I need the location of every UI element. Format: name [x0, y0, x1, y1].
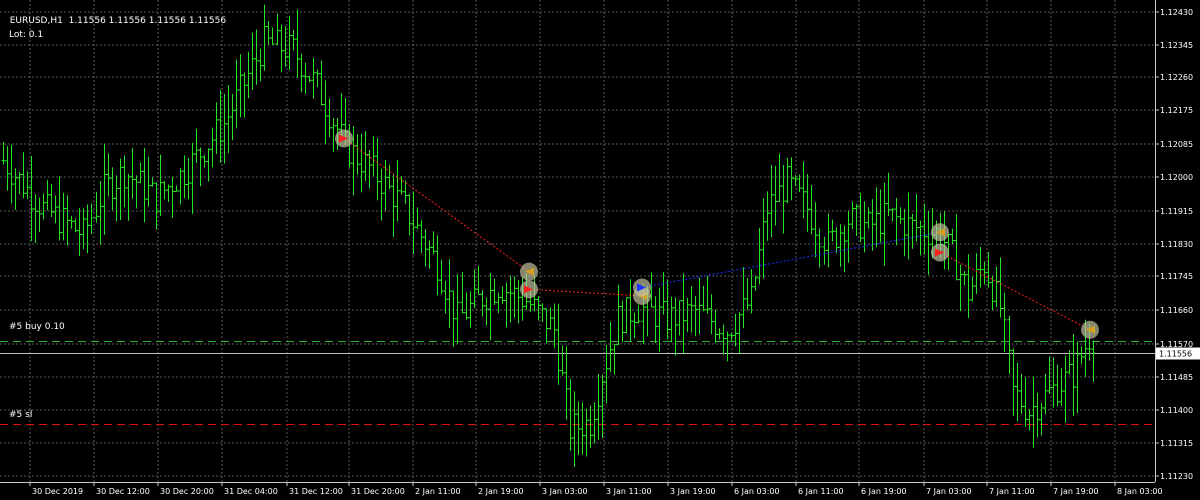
y-tick-label: 1.11315: [1160, 439, 1193, 448]
y-tick-label: 1.12085: [1160, 140, 1193, 149]
buy-level-label: #5 buy 0.10: [9, 322, 65, 332]
y-tick-label: 1.12000: [1160, 173, 1193, 182]
x-tick-label: 6 Jan 03:00: [734, 487, 780, 496]
symbol-label: EURUSD,H1: [9, 16, 63, 26]
x-tick-label: 31 Dec 12:00: [289, 487, 343, 496]
x-tick-label: 6 Jan 11:00: [798, 487, 844, 496]
y-tick-label: 1.11915: [1160, 207, 1193, 216]
x-tick-label: 2 Jan 19:00: [478, 487, 524, 496]
x-tick-label: 6 Jan 19:00: [861, 487, 907, 496]
x-tick-label: 3 Jan 19:00: [670, 487, 716, 496]
sell-trade-line: [528, 288, 643, 297]
y-tick-label: 1.12260: [1160, 73, 1193, 82]
x-tick-label: 30 Dec 2019: [32, 487, 83, 496]
lot-label: Lot: 0.1: [9, 30, 44, 40]
x-tick-label: 31 Dec 20:00: [351, 487, 405, 496]
x-tick-label: 7 Jan 03:00: [926, 487, 972, 496]
buy-trade-line: [641, 231, 941, 288]
x-tick-label: 3 Jan 11:00: [606, 487, 652, 496]
price-chart[interactable]: 1.11556 1.124301.123451.122601.121751.12…: [0, 0, 1200, 500]
y-tick-label: 1.12430: [1160, 8, 1193, 17]
grid: [0, 0, 1155, 482]
symbol-header: EURUSD,H1 1.11556 1.11556 1.11556 1.1155…: [4, 5, 226, 27]
x-tick-label: 31 Dec 04:00: [224, 487, 278, 496]
x-tick-label: 8 Jan 03:00: [1117, 487, 1163, 496]
y-tick-label: 1.11830: [1160, 240, 1193, 249]
y-tick-label: 1.11745: [1160, 272, 1193, 281]
x-tick-label: 30 Dec 12:00: [96, 487, 150, 496]
y-tick-label: 1.11485: [1160, 373, 1193, 382]
x-tick-label: 2 Jan 11:00: [415, 487, 461, 496]
y-tick-label: 1.12175: [1160, 106, 1193, 115]
x-tick-label: 30 Dec 20:00: [160, 487, 214, 496]
trade-levels: 1.11556: [0, 341, 1200, 425]
y-tick-label: 1.11230: [1160, 472, 1193, 481]
sl-level-label: #5 sl: [9, 410, 33, 420]
y-tick-label: 1.12345: [1160, 41, 1193, 50]
sell-trade-line: [939, 252, 1091, 331]
ohlc-values: 1.11556 1.11556 1.11556 1.11556: [68, 16, 227, 26]
y-tick-label: 1.11660: [1160, 306, 1193, 315]
y-tick-label: 1.11400: [1160, 406, 1193, 415]
x-tick-label: 7 Jan 11:00: [989, 487, 1035, 496]
ohlc-bars: [1, 4, 1096, 467]
axes: 1.12430 1.12345 1.12260 1.12175 1.12085 1.120…: [0, 0, 1193, 496]
x-tick-label: 7 Jan 19:00: [1053, 487, 1099, 496]
y-tick-label: 1.11570: [1160, 340, 1193, 349]
current-price-label: 1.11556: [1159, 350, 1192, 359]
x-tick-label: 3 Jan 03:00: [542, 487, 588, 496]
